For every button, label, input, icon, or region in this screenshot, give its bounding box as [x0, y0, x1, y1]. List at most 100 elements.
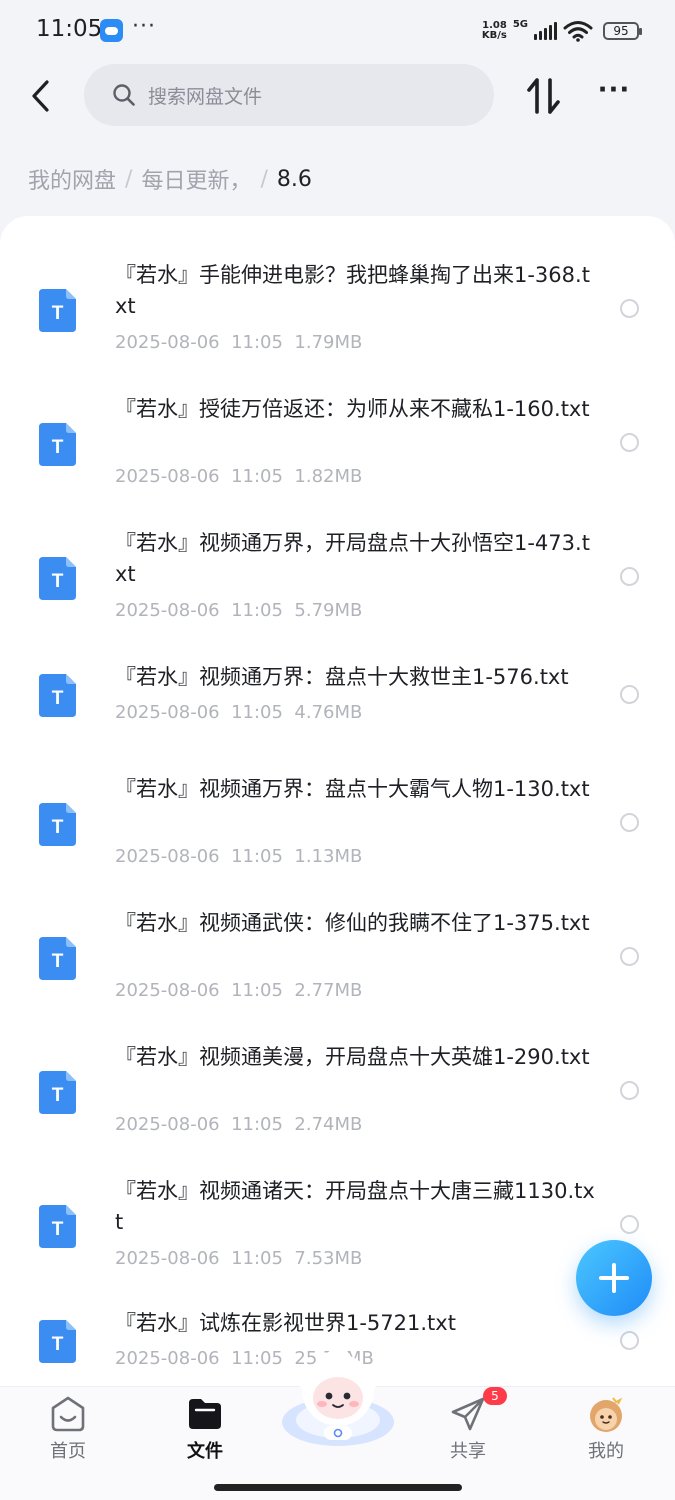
chevron-left-icon	[32, 80, 49, 112]
breadcrumb: 我的网盘 / 每日更新， / 8.6	[28, 163, 312, 195]
file-name: 『若水』视频通万界：盘点十大救世主1-576.txt	[115, 665, 569, 689]
nav-share[interactable]: 5 共享	[413, 1387, 523, 1477]
mascot-assistant-button[interactable]	[280, 1348, 396, 1448]
breadcrumb-separator: /	[260, 166, 268, 192]
status-time: 11:05	[36, 16, 103, 42]
file-size: 2.74MB	[294, 1114, 363, 1135]
file-name: 『若水』视频通武侠：修仙的我瞒不住了1-375.txt	[115, 911, 590, 935]
status-right-group: 1.08 KB/s 5G 95	[481, 18, 642, 44]
nav-files[interactable]: 文件	[150, 1387, 260, 1477]
file-row[interactable]: T 『若水』视频通美漫，开局盘点十大英雄1-290.txt 2025-08-06…	[0, 1042, 675, 1154]
svg-text:T: T	[52, 817, 64, 838]
nav-label: 共享	[450, 1441, 486, 1462]
file-size: 1.79MB	[294, 332, 363, 353]
file-date: 2025-08-06	[115, 1114, 220, 1135]
file-size: 1.13MB	[294, 846, 363, 867]
svg-text:T: T	[52, 1085, 64, 1106]
svg-text:T: T	[52, 303, 64, 324]
svg-text:T: T	[52, 951, 64, 972]
nav-mine[interactable]: 我的	[551, 1387, 661, 1477]
add-button[interactable]	[576, 1240, 652, 1316]
status-bar: 11:05 ··· 1.08 KB/s 5G 95	[0, 0, 675, 62]
network-type: 5G	[512, 19, 528, 30]
status-more-icon: ···	[132, 14, 156, 39]
file-row[interactable]: T 『若水』视频通诸天：开局盘点十大唐三藏1130.txt 2025-08-06…	[0, 1176, 675, 1288]
svg-text:T: T	[52, 571, 64, 592]
battery-indicator: 95	[603, 22, 642, 40]
file-time: 11:05	[231, 980, 283, 1001]
file-date: 2025-08-06	[115, 600, 220, 621]
file-row[interactable]: T 『若水』授徒万倍返还：为师从来不藏私1-160.txt 2025-08-06…	[0, 394, 675, 506]
file-row[interactable]: T 『若水』视频通武侠：修仙的我瞒不住了1-375.txt 2025-08-06…	[0, 908, 675, 1020]
select-checkbox[interactable]	[620, 685, 639, 704]
network-speed: 1.08 KB/s	[481, 20, 507, 41]
nav-label: 文件	[187, 1441, 223, 1462]
file-name: 『若水』手能伸进电影？我把蜂巢掏了出来1-368.txt	[115, 263, 590, 318]
file-meta: 2025-08-06 11:05 4.76MB	[115, 702, 362, 723]
txt-file-icon: T	[39, 937, 76, 980]
file-date: 2025-08-06	[115, 702, 220, 723]
txt-file-icon: T	[39, 1071, 76, 1114]
txt-file-icon: T	[39, 803, 76, 846]
breadcrumb-root[interactable]: 我的网盘	[28, 163, 116, 195]
file-time: 11:05	[231, 702, 283, 723]
file-date: 2025-08-06	[115, 466, 220, 487]
file-time: 11:05	[231, 1348, 283, 1369]
file-date: 2025-08-06	[115, 1348, 220, 1369]
nav-home[interactable]: 首页	[13, 1387, 123, 1477]
file-time: 11:05	[231, 1114, 283, 1135]
svg-text:T: T	[52, 688, 64, 709]
notification-badge: 5	[483, 1387, 507, 1405]
select-checkbox[interactable]	[620, 1081, 639, 1100]
cloud-app-icon	[100, 19, 123, 42]
file-date: 2025-08-06	[115, 846, 220, 867]
select-checkbox[interactable]	[620, 433, 639, 452]
txt-file-icon: T	[39, 423, 76, 466]
file-name: 『若水』视频通万界，开局盘点十大孙悟空1-473.txt	[115, 531, 590, 586]
file-name: 『若水』视频通诸天：开局盘点十大唐三藏1130.txt	[115, 1179, 595, 1234]
file-meta: 2025-08-06 11:05 2.77MB	[115, 980, 362, 1001]
txt-file-icon: T	[39, 674, 76, 717]
file-list: T 『若水』手能伸进电影？我把蜂巢掏了出来1-368.txt 2025-08-0…	[0, 216, 675, 1396]
file-name: 『若水』试炼在影视世界1-5721.txt	[115, 1311, 456, 1335]
home-indicator[interactable]	[214, 1484, 462, 1491]
breadcrumb-folder[interactable]: 每日更新，	[141, 163, 251, 195]
file-row[interactable]: T 『若水』手能伸进电影？我把蜂巢掏了出来1-368.txt 2025-08-0…	[0, 260, 675, 372]
file-row[interactable]: T 『若水』视频通万界：盘点十大霸气人物1-130.txt 2025-08-06…	[0, 774, 675, 886]
file-size: 2.77MB	[294, 980, 363, 1001]
select-checkbox[interactable]	[620, 947, 639, 966]
breadcrumb-separator: /	[125, 166, 133, 192]
nav-label: 首页	[50, 1441, 86, 1462]
search-input[interactable]: 搜索网盘文件	[84, 64, 494, 126]
txt-file-icon: T	[39, 289, 76, 332]
file-row[interactable]: T 『若水』视频通万界，开局盘点十大孙悟空1-473.txt 2025-08-0…	[0, 528, 675, 640]
select-checkbox[interactable]	[620, 567, 639, 586]
txt-file-icon: T	[39, 1320, 76, 1363]
search-placeholder: 搜索网盘文件	[148, 85, 263, 108]
file-date: 2025-08-06	[115, 1248, 220, 1269]
file-time: 11:05	[231, 466, 283, 487]
file-size: 5.79MB	[294, 600, 363, 621]
svg-text:T: T	[52, 437, 64, 458]
select-checkbox[interactable]	[620, 1215, 639, 1234]
more-options-button[interactable]: ···	[592, 77, 636, 110]
file-meta: 2025-08-06 11:05 7.53MB	[115, 1248, 362, 1269]
breadcrumb-current: 8.6	[276, 166, 312, 192]
file-time: 11:05	[231, 846, 283, 867]
svg-text:T: T	[52, 1219, 64, 1240]
select-checkbox[interactable]	[620, 813, 639, 832]
file-size: 4.76MB	[294, 702, 363, 723]
search-icon	[113, 84, 135, 106]
file-time: 11:05	[231, 600, 283, 621]
back-button[interactable]	[20, 72, 60, 120]
sort-button[interactable]	[524, 74, 564, 118]
svg-text:T: T	[52, 1334, 64, 1355]
select-checkbox[interactable]	[620, 299, 639, 318]
send-icon	[451, 1397, 485, 1431]
file-size: 7.53MB	[294, 1248, 363, 1269]
signal-icon	[534, 22, 557, 40]
select-checkbox[interactable]	[620, 1331, 639, 1350]
file-row[interactable]: T 『若水』视频通万界：盘点十大救世主1-576.txt 2025-08-06 …	[0, 662, 675, 742]
netdisk-file-page: 11:05 ··· 1.08 KB/s 5G 95 搜索网盘文件 ··· 我的网…	[0, 0, 675, 1500]
folder-icon	[189, 1399, 221, 1429]
